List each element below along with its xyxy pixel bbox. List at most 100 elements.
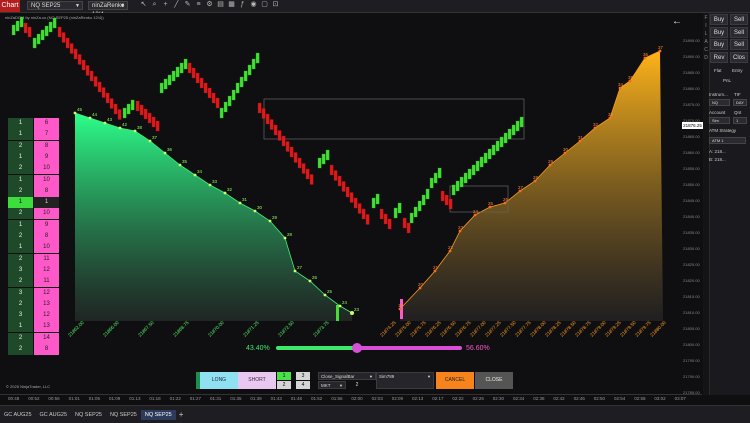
dom-bid-cell[interactable]: 3 [8, 287, 33, 299]
dom-bid-cell[interactable]: 2 [8, 163, 33, 175]
dom-ask-cell[interactable]: 1 [34, 197, 59, 209]
draw-icon[interactable]: ✎ [184, 1, 191, 9]
dom-bid-cell[interactable]: 1 [8, 321, 33, 333]
magnify-icon[interactable]: ⌕ [151, 1, 158, 9]
dom-bid-cell[interactable]: 2 [8, 253, 33, 265]
dom-ask-cell[interactable]: 11 [34, 276, 59, 288]
short-button[interactable]: SHORT [238, 372, 276, 389]
balance-slider-knob[interactable] [352, 343, 362, 353]
instrument-selector[interactable]: NQ SEP25 ▼ [27, 1, 83, 10]
dom-ask-cell[interactable]: 11 [34, 253, 59, 265]
strip-item[interactable]: I [703, 23, 709, 29]
tab-nq-sep25-active[interactable]: NQ SEP25 [140, 409, 176, 420]
dom-ask-cell[interactable]: 12 [34, 264, 59, 276]
account-select[interactable]: Sim789 ▼ [376, 372, 434, 389]
window-title[interactable]: Chart [0, 0, 20, 12]
qty-2[interactable]: 2 [277, 381, 291, 389]
dom-bid-cell[interactable]: 2 [8, 276, 33, 288]
buy-button[interactable]: Buy [710, 39, 728, 50]
order-type-select[interactable]: Close_SignalBar ▼ [318, 372, 376, 380]
cancel-button[interactable]: CANCEL [436, 372, 474, 389]
atm-strategy-select[interactable]: ATM 1 [709, 137, 746, 144]
sell-button[interactable]: Sell [730, 39, 748, 50]
dom-bid-cell[interactable]: 2 [8, 208, 33, 220]
line-tool-icon[interactable]: ╱ [173, 1, 180, 9]
qty-3[interactable]: 3 [296, 372, 310, 380]
dom-ask-cell[interactable]: 12 [34, 287, 59, 299]
crosshair-icon[interactable]: + [162, 1, 169, 9]
dom-ask-cell[interactable]: 6 [34, 118, 59, 129]
dom-bid-cell[interactable]: 1 [8, 219, 33, 231]
dom-bid-cell[interactable]: 2 [8, 231, 33, 242]
dom-ask-cell[interactable]: 8 [34, 231, 59, 242]
indicator-icon[interactable]: ƒ [239, 1, 246, 9]
dom-bid-cell[interactable]: 2 [8, 298, 33, 310]
add-tab-icon[interactable]: + [176, 410, 187, 419]
cursor-icon[interactable]: ↖ [140, 1, 147, 9]
dom-ask-cell[interactable]: 13 [34, 298, 59, 310]
account-select-side[interactable]: Sim [709, 117, 730, 124]
dom-ask-cell[interactable]: 10 [34, 208, 59, 220]
strip-item[interactable]: L [703, 31, 709, 37]
tab-nq-sep25[interactable]: NQ SEP25 [71, 410, 106, 420]
strip-item[interactable]: D [703, 55, 709, 61]
tif-select[interactable]: DAY [733, 99, 747, 106]
tab-nq-sep25[interactable]: NQ SEP25 [106, 410, 141, 420]
dom-ask-cell[interactable]: 7 [34, 129, 59, 141]
tab-gc-aug25[interactable]: GC AUG25 [36, 410, 72, 420]
dom-ask-cell[interactable]: 8 [34, 140, 59, 152]
dom-ask-cell[interactable]: 10 [34, 174, 59, 186]
bid-count-label: 32 [227, 187, 233, 192]
renko-down-brick [309, 174, 314, 185]
dom-ask-cell[interactable]: 8 [34, 185, 59, 197]
dom-bid-cell[interactable]: 2 [8, 185, 33, 197]
dom-bid-cell[interactable]: 1 [8, 174, 33, 186]
dom-ask-cell[interactable]: 8 [34, 344, 59, 355]
long-button[interactable]: LONG [200, 372, 238, 389]
balance-slider[interactable] [276, 346, 462, 350]
dom-ask-cell[interactable]: 10 [34, 163, 59, 175]
dom-bid-cell[interactable]: 2 [8, 140, 33, 152]
instrument-select[interactable]: NQ [709, 99, 730, 106]
sell-button[interactable]: Sell [730, 14, 748, 25]
dom-ask-cell[interactable]: 10 [34, 242, 59, 254]
dom-ask-cell[interactable]: 13 [34, 321, 59, 333]
dom-bid-cell[interactable]: 1 [8, 129, 33, 141]
chart-trader-icon[interactable]: ▤ [217, 1, 224, 9]
properties-icon[interactable]: ≡ [195, 1, 202, 9]
data-box-icon[interactable]: ▦ [228, 1, 235, 9]
camera-icon[interactable]: ◉ [250, 1, 257, 9]
dom-bid-cell[interactable]: 2 [8, 332, 33, 344]
close-position-button[interactable]: Clos [730, 52, 748, 63]
bartype-selector[interactable]: ninZaRenko 12/4▼ [88, 1, 128, 18]
qty-select[interactable]: 1 [733, 117, 747, 124]
screen-icon[interactable]: ▢ [261, 1, 268, 9]
qty-1[interactable]: 1 [277, 372, 291, 380]
dom-bid-cell[interactable]: 1 [8, 151, 33, 163]
strip-item[interactable]: C [703, 47, 709, 53]
buy-button[interactable]: Buy [710, 14, 728, 25]
dom-bid-cell[interactable]: 3 [8, 310, 33, 322]
renko-down-brick [305, 168, 310, 180]
price-chart[interactable]: 4544434238373635343332313029282726252423… [0, 13, 702, 395]
strategy-icon[interactable]: ⚙ [206, 1, 213, 9]
dom-bid-cell[interactable]: 3 [8, 264, 33, 276]
dom-ask-cell[interactable]: 14 [34, 332, 59, 344]
sell-button[interactable]: Sell [730, 27, 748, 38]
buy-button[interactable]: Buy [710, 27, 728, 38]
strip-item[interactable]: A [703, 39, 709, 45]
dom-bid-cell[interactable]: 1 [8, 118, 33, 129]
dom-bid-cell[interactable]: 2 [8, 344, 33, 355]
attach-icon[interactable]: ⊡ [272, 1, 279, 9]
market-select[interactable]: MKT ▼ [318, 381, 346, 389]
tab-gc-aug25[interactable]: GC AUG25 [0, 410, 36, 420]
qty-4[interactable]: 4 [296, 381, 310, 389]
dom-ask-cell[interactable]: 9 [34, 219, 59, 231]
close-button[interactable]: CLOSE [475, 372, 513, 389]
dom-ask-cell[interactable]: 9 [34, 151, 59, 163]
strip-item[interactable]: F [703, 15, 709, 21]
dom-bid-cell[interactable]: 1 [8, 197, 33, 209]
reverse-button[interactable]: Rev [710, 52, 728, 63]
dom-bid-cell[interactable]: 1 [8, 242, 33, 254]
dom-ask-cell[interactable]: 12 [34, 310, 59, 322]
